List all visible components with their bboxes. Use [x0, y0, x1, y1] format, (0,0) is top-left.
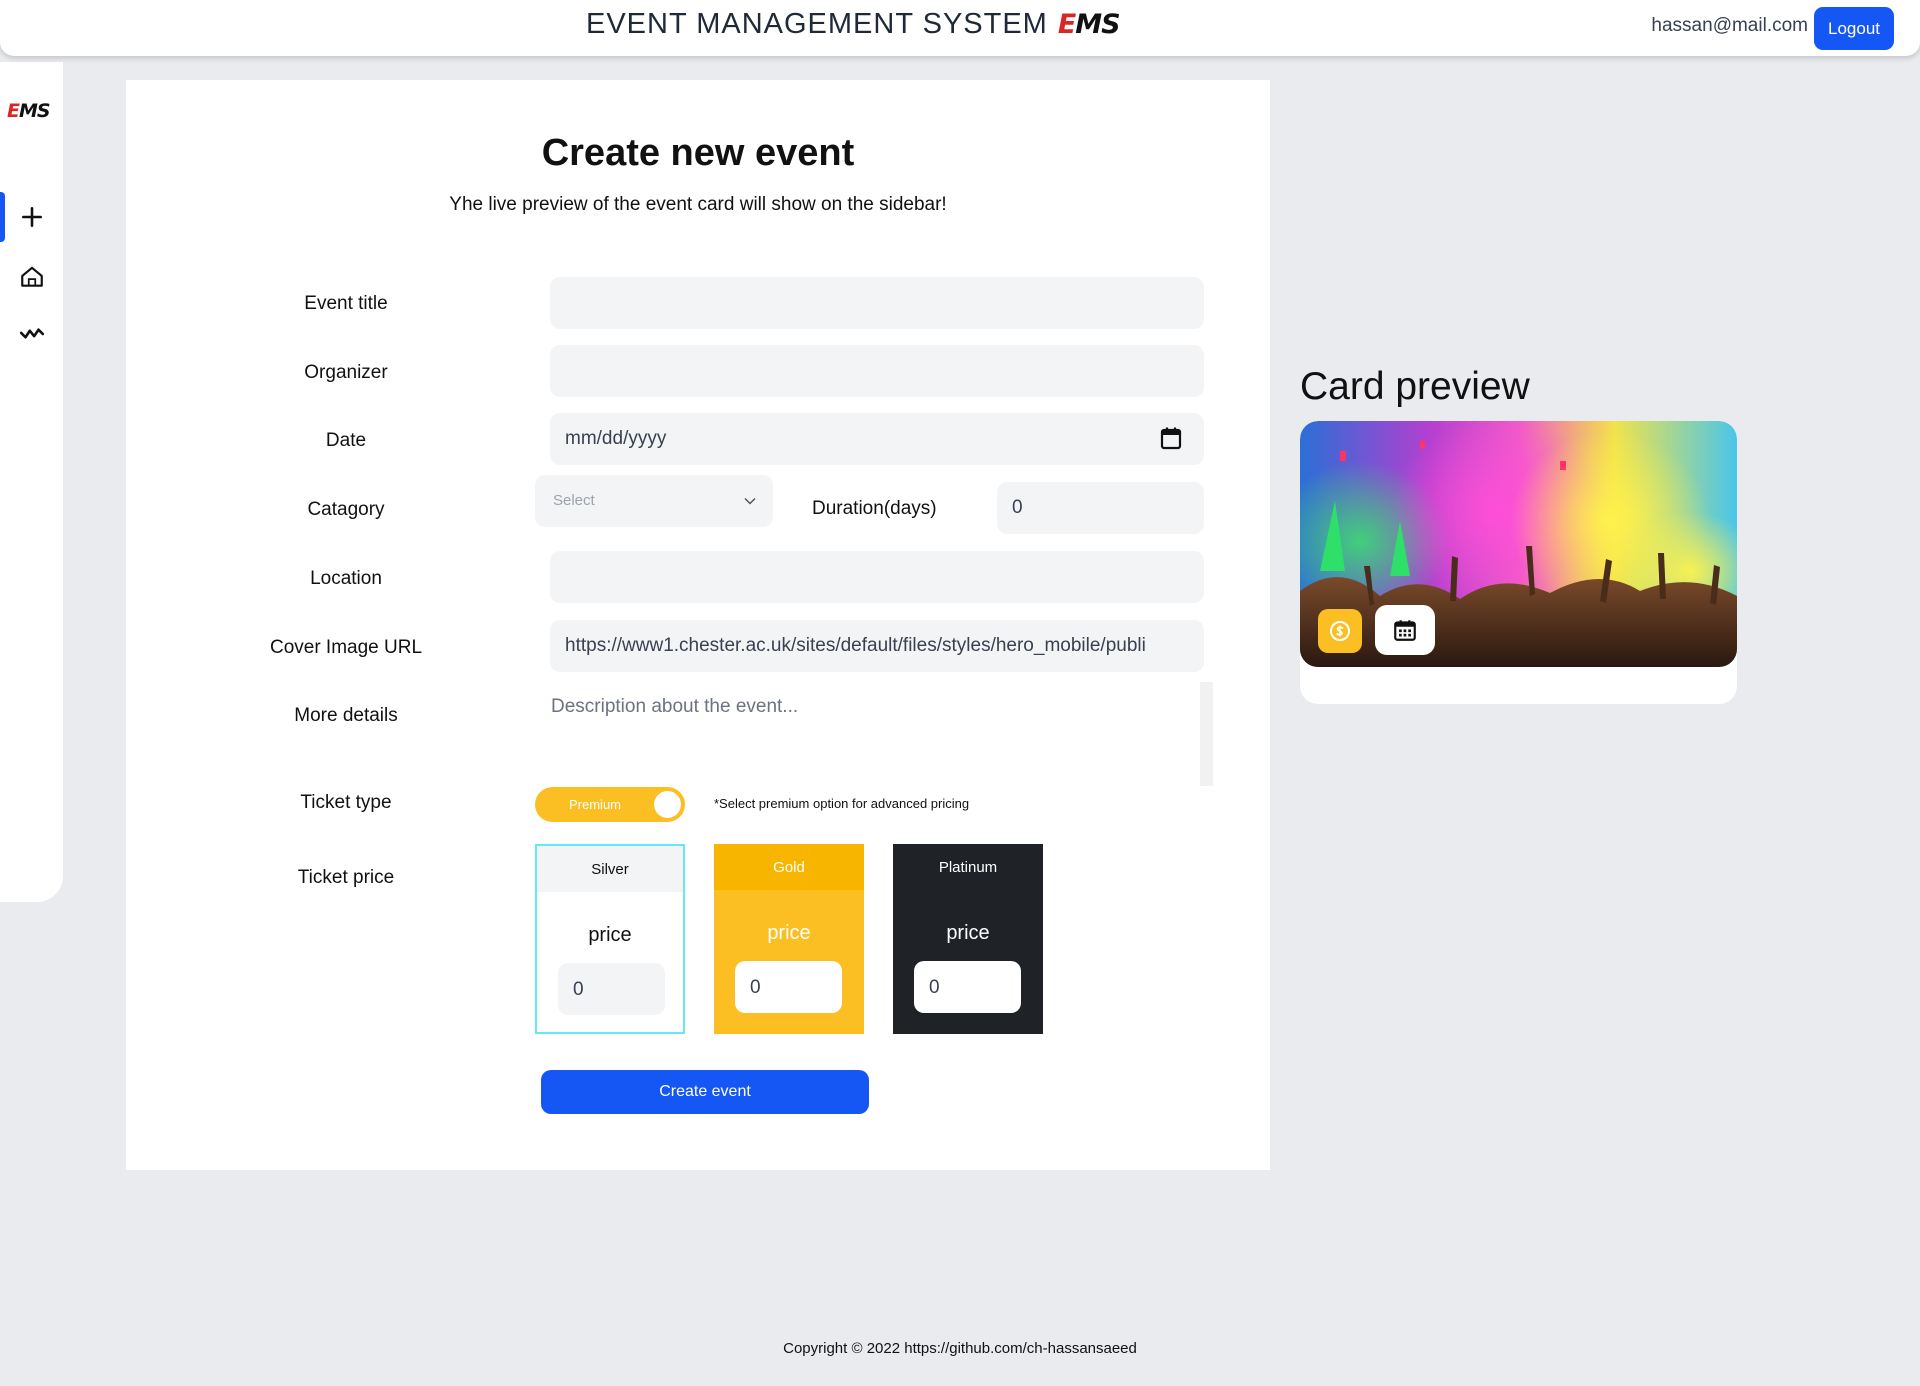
- top-bar: EVENT MANAGEMENT SYSTEM EMS hassan@mail.…: [0, 0, 1920, 56]
- calendar-picker-icon[interactable]: [1160, 426, 1182, 450]
- tier-price-label: price: [588, 924, 632, 946]
- ticket-type-label: Ticket type: [300, 792, 392, 813]
- card-preview-heading: Card preview: [1300, 365, 1530, 408]
- sidebar-logo[interactable]: EMS: [7, 100, 51, 122]
- create-event-button[interactable]: Create event: [541, 1070, 869, 1114]
- date-input[interactable]: mm/dd/yyyy: [550, 413, 1204, 465]
- footer-copyright: Copyright © 2022 https://github.com/ch-h…: [783, 1340, 1137, 1357]
- logout-button[interactable]: Logout: [1814, 7, 1894, 50]
- cover-image-url-label: Cover Image URL: [269, 637, 423, 658]
- tier-price-label: price: [767, 922, 811, 944]
- app-title: EVENT MANAGEMENT SYSTEM EMS: [586, 8, 1121, 41]
- more-details-label: More details: [294, 705, 398, 726]
- festival-cover-image: [1300, 421, 1737, 667]
- location-label: Location: [310, 568, 382, 589]
- tier-card-gold: Gold price 0: [714, 844, 864, 1034]
- ticket-price-label: Ticket price: [297, 867, 395, 888]
- tier-card-platinum: Platinum price 0: [893, 844, 1043, 1034]
- user-email: hassan@mail.com: [1651, 15, 1808, 36]
- category-select[interactable]: Select: [535, 475, 773, 527]
- app-title-text: EVENT MANAGEMENT SYSTEM: [586, 8, 1048, 40]
- tier-name: Platinum: [893, 844, 1043, 890]
- page-subtitle: Yhe live preview of the event card will …: [449, 194, 947, 215]
- organizer-input[interactable]: [550, 345, 1204, 397]
- tier-name: Gold: [714, 844, 864, 890]
- event-title-label: Event title: [304, 293, 388, 314]
- sidebar-item-home[interactable]: [0, 252, 63, 302]
- gold-price-input[interactable]: 0: [735, 961, 842, 1013]
- event-card-preview[interactable]: [1300, 421, 1737, 704]
- calendar-icon: [1375, 605, 1435, 655]
- textarea-scrollbar[interactable]: [1200, 682, 1213, 786]
- silver-price-input[interactable]: 0: [558, 963, 665, 1015]
- cover-image-url-input[interactable]: https://www1.chester.ac.uk/sites/default…: [550, 620, 1204, 672]
- tier-card-silver: Silver price 0: [535, 844, 685, 1034]
- chevron-down-icon: [744, 497, 756, 505]
- date-label: Date: [325, 430, 367, 451]
- cover-image: [1300, 421, 1737, 667]
- platinum-price-input[interactable]: 0: [914, 961, 1021, 1013]
- activity-icon: [19, 328, 44, 339]
- tier-price-label: price: [946, 922, 990, 944]
- page-title: Create new event: [541, 132, 855, 174]
- premium-toggle[interactable]: Premium: [535, 787, 685, 822]
- event-title-input[interactable]: [550, 277, 1204, 329]
- tier-name: Silver: [537, 846, 683, 892]
- plus-icon: [21, 207, 42, 227]
- home-icon: [20, 266, 43, 287]
- ems-logo: EMS: [1057, 9, 1121, 40]
- toggle-knob: [654, 791, 681, 818]
- create-event-form: Create new event Yhe live preview of the…: [126, 80, 1270, 1170]
- ticket-type-note: *Select premium option for advanced pric…: [714, 796, 970, 811]
- description-textarea[interactable]: Description about the event...: [535, 682, 1213, 786]
- organizer-label: Organizer: [304, 362, 388, 383]
- dollar-coin-icon: [1318, 609, 1362, 653]
- sidebar: EMS: [0, 62, 63, 902]
- location-input[interactable]: [550, 551, 1204, 603]
- category-label: Catagory: [307, 499, 385, 520]
- duration-input[interactable]: 0: [997, 482, 1204, 534]
- sidebar-item-activity[interactable]: [0, 309, 63, 359]
- duration-label: Duration(days): [812, 498, 937, 519]
- sidebar-item-create-event[interactable]: [0, 192, 63, 242]
